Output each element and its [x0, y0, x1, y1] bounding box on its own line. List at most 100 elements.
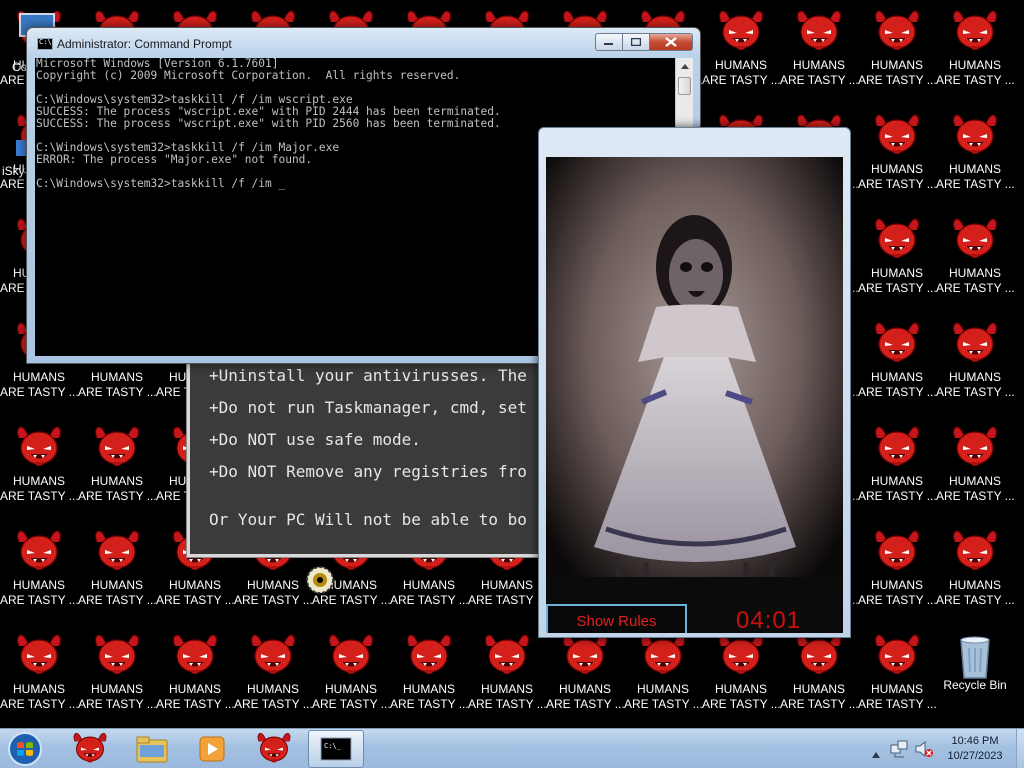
desktop-icon-humans-are-tasty[interactable]: HUMANSARE TASTY ... [702, 624, 781, 728]
desktop-icon-humans-are-tasty[interactable]: HUMANSARE TASTY ... [936, 104, 1015, 208]
desktop-icon-humans-are-tasty[interactable]: HUMANSARE TASTY ... [858, 624, 937, 728]
minimize-button[interactable] [595, 33, 622, 51]
desktop-icon-humans-are-tasty[interactable]: HUMANSARE TASTY ... [936, 0, 1015, 104]
icon-label-line2: ARE TASTY ... [234, 593, 313, 607]
desktop-icon-humans-are-tasty[interactable]: HUMANSARE TASTY ... [78, 520, 157, 624]
desktop-icon-humans-are-tasty[interactable]: HUMANSARE TASTY ... [156, 624, 235, 728]
close-button[interactable] [649, 33, 693, 51]
desktop-icon-humans-are-tasty[interactable]: HUMANSARE TASTY ... [78, 624, 157, 728]
icon-label-line1: HUMANS [168, 578, 221, 592]
desktop-icon-humans-are-tasty[interactable]: HUMANSARE TASTY ... [0, 520, 79, 624]
desktop-icon-humans-are-tasty[interactable]: HUMANSARE TASTY ... [858, 416, 937, 520]
icon-label-line1: HUMANS [246, 578, 299, 592]
desktop-icon-humans-are-tasty[interactable]: HUMANSARE TASTY ... [312, 624, 391, 728]
clock-date: 10/27/2023 [947, 750, 1003, 762]
desktop-icon-humans-are-tasty[interactable]: HUMANSARE TASTY ... [78, 416, 157, 520]
desktop-icon-humans-are-tasty[interactable]: HUMANSARE TASTY ... [0, 624, 79, 728]
icon-label-line2: ARE TASTY ... [156, 593, 235, 607]
show-desktop-button[interactable] [1016, 729, 1024, 768]
icon-label-line1: HUMANS [480, 682, 533, 696]
devil-icon [875, 530, 919, 571]
devil-icon [407, 634, 451, 675]
icon-label-line1: HUMANS [480, 578, 533, 592]
cmd-line: Copyright (c) 2009 Microsoft Corporation… [36, 69, 461, 82]
icon-label-line2: ARE TASTY ... [0, 489, 79, 503]
maximize-button[interactable] [622, 33, 649, 51]
devil-icon [953, 218, 997, 259]
devil-icon [73, 732, 107, 763]
scroll-thumb[interactable] [678, 77, 691, 95]
desktop-icon-isky-label[interactable]: iSky [2, 164, 25, 178]
icon-label-line2: ARE TASTY ... [858, 489, 937, 503]
taskbar-command-prompt[interactable]: C:\_ [308, 730, 364, 768]
countdown-timer: 04:01 [736, 607, 802, 633]
scroll-up-arrow-icon[interactable] [676, 58, 693, 75]
icon-label-line2: ARE TASTY ... [936, 489, 1015, 503]
icon-label-line1: HUMANS [870, 682, 923, 696]
devil-icon [257, 732, 291, 763]
devil-icon [17, 530, 61, 571]
desktop-icon-humans-are-tasty[interactable]: HUMANSARE TASTY ... [858, 0, 937, 104]
devil-icon [797, 634, 841, 675]
cmd-titlebar[interactable]: C:\ Administrator: Command Prompt [27, 28, 700, 58]
taskbar-explorer[interactable] [124, 730, 180, 768]
icon-label-line1: HUMANS [90, 682, 143, 696]
icon-label-line1: HUMANS [246, 682, 299, 696]
icon-label-line1: HUMANS [870, 266, 923, 280]
desktop-icon-humans-are-tasty[interactable]: HUMANSARE TASTY ... [936, 208, 1015, 312]
desktop-icon-humans-are-tasty[interactable]: HUMANSARE TASTY ... [390, 624, 469, 728]
network-icon[interactable] [890, 740, 908, 762]
taskbar-devil-app-2[interactable] [246, 730, 302, 768]
taskbar-clock[interactable]: 10:46 PM 10/27/2023 [934, 734, 1016, 764]
icon-label-line1: HUMANS [714, 58, 767, 72]
desktop-icon-humans-are-tasty[interactable]: HUMANSARE TASTY ... [780, 0, 859, 104]
desktop-icon-humans-are-tasty[interactable]: HUMANSARE TASTY ... [858, 208, 937, 312]
devil-icon [953, 322, 997, 363]
devil-icon [95, 530, 139, 571]
desktop-icon-humans-are-tasty[interactable]: HUMANSARE TASTY ... [858, 104, 937, 208]
show-rules-button[interactable]: Show Rules [546, 604, 687, 633]
devil-icon [17, 426, 61, 467]
show-hidden-icons-icon[interactable] [872, 743, 880, 762]
taskbar-media-player[interactable] [184, 730, 240, 768]
icon-label-line2: ARE TASTY ... [936, 281, 1015, 295]
devil-icon [875, 114, 919, 155]
desktop-icon-humans-are-tasty[interactable]: HUMANSARE TASTY ... [936, 416, 1015, 520]
desktop-icon-humans-are-tasty[interactable]: HUMANSARE TASTY ... [624, 624, 703, 728]
ghost-girl-image [546, 157, 843, 609]
icon-label-line1: HUMANS [90, 474, 143, 488]
icon-label-line1: HUMANS [792, 58, 845, 72]
icon-label-line1: HUMANS [12, 474, 65, 488]
recycle-bin-icon[interactable]: Recycle Bin [936, 624, 1014, 728]
desktop-icon-humans-are-tasty[interactable]: HUMANSARE TASTY ... [702, 0, 781, 104]
start-button[interactable] [4, 730, 46, 768]
devil-icon [875, 322, 919, 363]
taskbar-devil-app-1[interactable] [62, 730, 118, 768]
cmd-app-icon[interactable]: C:\ [37, 38, 53, 50]
icon-label-line1: HUMANS [636, 682, 689, 696]
icon-label-line2: ARE TASTY ... [468, 697, 547, 711]
desktop-icon-humans-are-tasty[interactable]: HUMANSARE TASTY ... [546, 624, 625, 728]
devil-icon [251, 634, 295, 675]
desktop-icon-humans-are-tasty[interactable]: HUMANSARE TASTY ... [468, 624, 547, 728]
desktop-icon-humans-are-tasty[interactable]: HUMANSARE TASTY ... [858, 312, 937, 416]
desktop-icon-humans-are-tasty[interactable]: HUMANSARE TASTY ... [936, 312, 1015, 416]
desktop-icon-humans-are-tasty[interactable]: HUMANSARE TASTY ... [0, 416, 79, 520]
desktop-icon-humans-are-tasty[interactable]: HUMANSARE TASTY ... [234, 624, 313, 728]
devil-icon [953, 10, 997, 51]
devil-icon [719, 10, 763, 51]
rule-line: +Do not run Taskmanager, cmd, set [209, 398, 527, 417]
cmd-title: Administrator: Command Prompt [57, 37, 232, 51]
icon-label-line1: HUMANS [714, 682, 767, 696]
icon-label-line2: ARE TASTY ... [390, 593, 469, 607]
volume-muted-icon[interactable] [914, 740, 934, 762]
ghost-video-window[interactable]: Show Rules 04:01 [538, 127, 851, 638]
icon-label-line2: ARE TASTY ... [624, 697, 703, 711]
desktop-icon-humans-are-tasty[interactable]: HUMANSARE TASTY ... [780, 624, 859, 728]
desktop-icon-humans-are-tasty[interactable]: HUMANSARE TASTY ... [858, 520, 937, 624]
devil-icon [329, 634, 373, 675]
media-player-icon [199, 736, 225, 762]
icon-label-line1: HUMANS [558, 682, 611, 696]
icon-label-line1: HUMANS [12, 682, 65, 696]
desktop-icon-humans-are-tasty[interactable]: HUMANSARE TASTY ... [936, 520, 1015, 624]
